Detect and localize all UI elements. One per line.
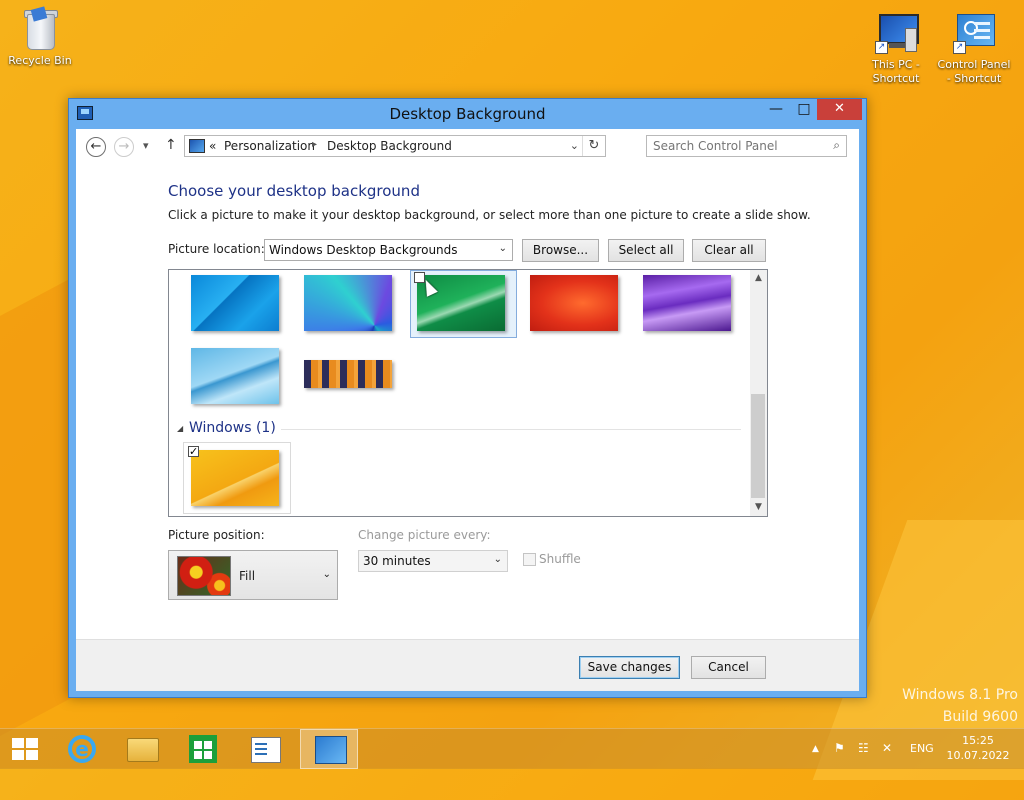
refresh-icon[interactable]: ↻ — [582, 136, 605, 156]
recycle-bin-icon — [19, 6, 61, 52]
picture-position-value: Fill — [239, 569, 256, 583]
desktop-icon-label: This PC - Shortcut — [872, 58, 920, 85]
store-icon — [189, 735, 217, 763]
watermark-line: Build 9600 — [942, 709, 1018, 725]
taskbar-internet-explorer[interactable]: e — [52, 729, 110, 769]
taskbar: e ▲ ⚑ ☷ ✕ ENG 15:25 10.07.2022 — [0, 728, 1024, 769]
maximize-button[interactable]: □ — [790, 99, 818, 120]
picture-location-label: Picture location: — [168, 242, 265, 256]
address-bar[interactable]: « Personalization ▸ Desktop Background ⌄… — [184, 135, 606, 157]
shuffle-checkbox — [523, 553, 536, 566]
group-divider — [281, 429, 741, 430]
control-panel-icon — [315, 736, 347, 764]
clear-all-button[interactable]: Clear all — [692, 239, 766, 262]
internet-explorer-icon: e — [68, 735, 96, 763]
save-changes-button[interactable]: Save changes — [579, 656, 680, 679]
change-picture-value: 30 minutes — [363, 554, 431, 568]
volume-muted-icon[interactable]: ✕ — [882, 741, 892, 755]
window-title: Desktop Background — [389, 105, 546, 123]
page-title: Choose your desktop background — [168, 182, 420, 200]
picture-location-select[interactable]: Windows Desktop Backgrounds ⌄ — [264, 239, 513, 261]
wallpaper-thumbnail[interactable] — [191, 450, 279, 506]
taskbar-document[interactable] — [234, 729, 292, 769]
desktop-icon-this-pc[interactable]: ↗ This PC - Shortcut — [858, 12, 934, 86]
document-icon — [251, 737, 281, 763]
wallpaper-thumbnail[interactable] — [191, 348, 279, 404]
forward-button[interactable]: → — [114, 137, 134, 157]
clock-date: 10.07.2022 — [946, 749, 1010, 762]
wallpaper-thumbnail[interactable] — [530, 275, 618, 331]
breadcrumb-personalization[interactable]: Personalization — [224, 139, 315, 153]
close-button[interactable]: ✕ — [817, 99, 862, 120]
desktop-icon-control-panel[interactable]: ↗ Control Panel - Shortcut — [936, 12, 1012, 86]
clock-time: 15:25 — [962, 734, 994, 747]
os-watermark: Windows 8.1 Pro Build 9600 — [902, 684, 1018, 728]
chevron-down-icon: ⌄ — [322, 569, 331, 580]
recent-locations-button[interactable]: ▾ — [143, 139, 149, 152]
input-language-indicator[interactable]: ENG — [910, 742, 934, 755]
control-panel-icon: ↗ — [953, 12, 995, 56]
action-center-flag-icon[interactable]: ⚑ — [834, 741, 845, 755]
back-button[interactable]: ← — [86, 137, 106, 157]
scroll-down-icon[interactable]: ▼ — [750, 499, 767, 516]
up-button[interactable]: ↑ — [165, 137, 177, 153]
title-bar[interactable]: Desktop Background — □ ✕ — [69, 99, 866, 129]
scrollbar-thumb[interactable] — [751, 394, 765, 498]
chevron-down-icon: ⌄ — [493, 554, 502, 565]
page-description: Click a picture to make it your desktop … — [168, 208, 811, 222]
desktop-icon-label: Control Panel - Shortcut — [937, 58, 1011, 85]
browse-button[interactable]: Browse... — [522, 239, 599, 262]
folder-icon — [127, 738, 159, 762]
windows-logo-icon — [12, 738, 38, 760]
vertical-scrollbar[interactable]: ▲ ▼ — [750, 270, 767, 516]
breadcrumb-overflow[interactable]: « — [209, 139, 216, 153]
start-button[interactable] — [0, 729, 48, 769]
collapse-triangle-icon[interactable]: ◢ — [177, 424, 183, 433]
scroll-up-icon[interactable]: ▲ — [750, 270, 767, 287]
search-box[interactable]: ⌕ — [646, 135, 847, 157]
window-content: ← → ▾ ↑ « Personalization ▸ Desktop Back… — [76, 129, 859, 691]
picture-location-value: Windows Desktop Backgrounds — [269, 243, 458, 257]
position-preview-image — [177, 556, 231, 596]
taskbar-control-panel[interactable] — [300, 729, 358, 769]
cancel-button[interactable]: Cancel — [691, 656, 766, 679]
shuffle-label: Shuffle — [539, 552, 581, 566]
taskbar-store[interactable] — [172, 729, 230, 769]
desktop-icon-recycle-bin[interactable]: Recycle Bin — [2, 6, 78, 68]
taskbar-file-explorer[interactable] — [112, 729, 170, 769]
wallpaper-thumbnail[interactable] — [304, 360, 392, 388]
thumbnail-checkbox[interactable]: ✓ — [188, 446, 199, 457]
change-picture-label: Change picture every: — [358, 528, 491, 542]
computer-icon: ↗ — [875, 12, 919, 56]
picture-position-label: Picture position: — [168, 528, 265, 542]
control-panel-icon — [189, 139, 205, 153]
search-icon[interactable]: ⌕ — [833, 138, 840, 153]
wallpaper-thumbnail[interactable] — [191, 275, 279, 331]
minimize-button[interactable]: — — [762, 99, 790, 120]
network-icon[interactable]: ☷ — [858, 741, 869, 755]
select-all-button[interactable]: Select all — [608, 239, 684, 262]
search-input[interactable] — [653, 139, 813, 153]
dialog-footer: Save changes Cancel — [76, 639, 859, 691]
breadcrumb-desktop-background[interactable]: Desktop Background — [327, 139, 452, 153]
picture-list[interactable]: ◢ Windows (1) ✓ ▲ ▼ — [168, 269, 768, 517]
desktop-icon-label: Recycle Bin — [8, 54, 72, 67]
breadcrumb-separator-icon[interactable]: ▸ — [312, 139, 317, 150]
picture-position-select[interactable]: Fill ⌄ — [168, 550, 338, 600]
system-clock[interactable]: 15:25 10.07.2022 — [946, 733, 1010, 763]
wallpaper-thumbnail[interactable] — [304, 275, 392, 331]
change-picture-select: 30 minutes ⌄ — [358, 550, 508, 572]
desktop-background-window: Desktop Background — □ ✕ ← → ▾ ↑ « Perso… — [68, 98, 867, 698]
address-dropdown-icon[interactable]: ⌄ — [570, 139, 579, 152]
chevron-down-icon: ⌄ — [498, 243, 507, 254]
group-header[interactable]: Windows (1) — [189, 420, 276, 436]
show-hidden-icons-button[interactable]: ▲ — [812, 744, 819, 754]
wallpaper-thumbnail[interactable] — [643, 275, 731, 331]
watermark-line: Windows 8.1 Pro — [902, 687, 1018, 703]
